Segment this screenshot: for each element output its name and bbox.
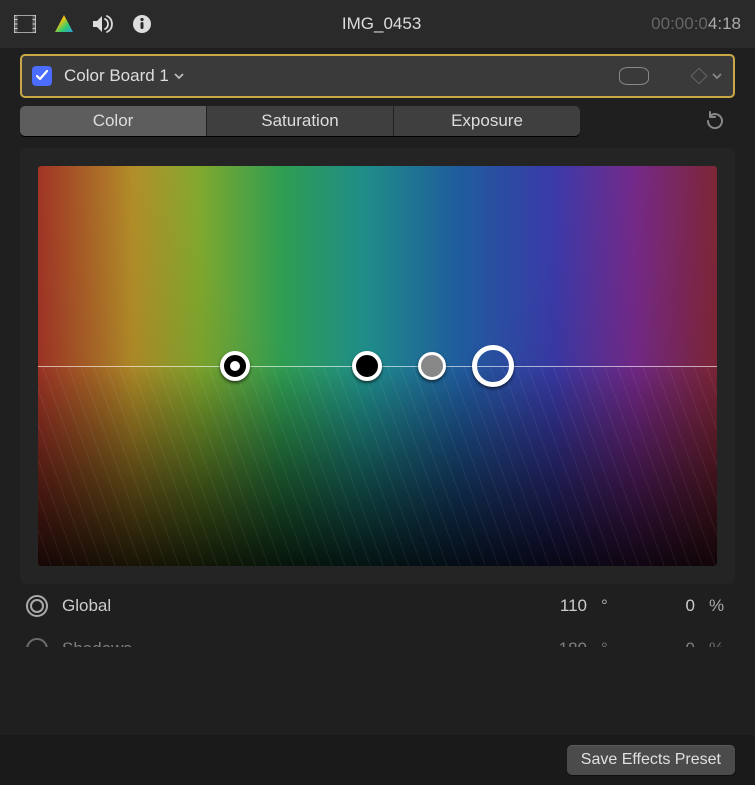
puck-global[interactable] xyxy=(220,351,250,381)
audio-inspector-icon[interactable] xyxy=(92,15,114,33)
puck-shadows[interactable] xyxy=(352,351,382,381)
effect-header[interactable]: Color Board 1 xyxy=(20,54,735,98)
mask-indicator-icon[interactable] xyxy=(619,67,649,85)
chevron-down-icon xyxy=(173,70,185,82)
color-board[interactable] xyxy=(38,166,717,566)
inspector-footer: Save Effects Preset xyxy=(0,735,755,785)
keyframe-diamond-icon[interactable] xyxy=(691,68,708,85)
param-icon-shadows[interactable] xyxy=(26,638,48,647)
inspector-tabs xyxy=(14,14,152,34)
effect-enable-checkbox[interactable] xyxy=(32,66,52,86)
param-hue-value[interactable]: 180 xyxy=(527,639,587,647)
color-inspector-icon[interactable] xyxy=(54,14,74,34)
param-pct-unit: % xyxy=(709,639,729,647)
puck-highlights[interactable] xyxy=(472,345,514,387)
tab-saturation[interactable]: Saturation xyxy=(207,106,394,136)
param-label: Global xyxy=(62,596,513,616)
save-effects-preset-button[interactable]: Save Effects Preset xyxy=(567,745,735,775)
keyframe-controls xyxy=(693,70,723,82)
tab-color[interactable]: Color xyxy=(20,106,207,136)
effect-name-dropdown[interactable]: Color Board 1 xyxy=(64,66,607,86)
param-hue-unit: ° xyxy=(601,639,621,647)
effect-name-label: Color Board 1 xyxy=(64,66,169,86)
color-board-segmented-control: Color Saturation Exposure xyxy=(20,106,580,136)
param-label: Shadows xyxy=(62,639,513,647)
param-pct-unit: % xyxy=(709,596,729,616)
info-inspector-icon[interactable] xyxy=(132,14,152,34)
inspector-top-toolbar: IMG_0453 00:00:04:18 xyxy=(0,0,755,48)
param-icon-global[interactable] xyxy=(26,595,48,617)
param-pct-value[interactable]: 0 xyxy=(635,639,695,647)
color-board-lower-hatch xyxy=(38,366,717,566)
clip-title: IMG_0453 xyxy=(170,14,633,34)
clip-timecode: 00:00:04:18 xyxy=(651,14,741,34)
color-board-tabs-row: Color Saturation Exposure xyxy=(0,98,755,142)
param-hue-unit: ° xyxy=(601,596,621,616)
param-hue-value[interactable]: 110 xyxy=(527,596,587,616)
tab-exposure[interactable]: Exposure xyxy=(394,106,580,136)
param-row-global: Global 110 ° 0 % xyxy=(20,584,735,627)
param-pct-value[interactable]: 0 xyxy=(635,596,695,616)
param-row-shadows: Shadows 180 ° 0 % xyxy=(20,627,735,647)
video-inspector-icon[interactable] xyxy=(14,15,36,33)
keyframe-menu-chevron-icon[interactable] xyxy=(711,70,723,82)
puck-midtones[interactable] xyxy=(418,352,446,380)
color-board-params: Global 110 ° 0 % Shadows 180 ° 0 % xyxy=(20,584,735,647)
color-board-frame xyxy=(20,148,735,584)
reset-icon[interactable] xyxy=(703,110,725,132)
